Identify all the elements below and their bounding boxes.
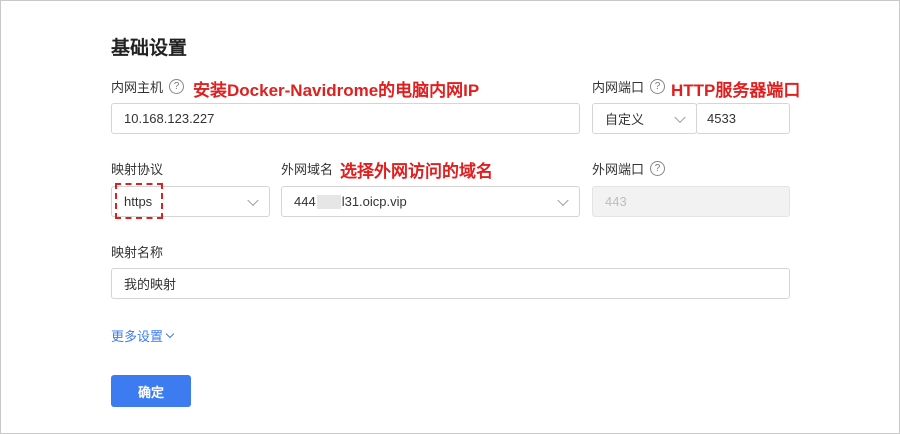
chevron-down-icon (247, 194, 259, 206)
wan-domain-label: 外网域名 (281, 162, 334, 177)
annotation-lan-host: 安装Docker-Navidrome的电脑内网IP (193, 81, 480, 100)
lan-port-label: 内网端口 ? (592, 77, 666, 96)
wan-port-label: 外网端口 ? (592, 159, 666, 178)
help-icon[interactable]: ? (650, 79, 666, 94)
lan-port-type-select[interactable]: 自定义 (592, 103, 697, 134)
protocol-label: 映射协议 (111, 162, 164, 177)
chevron-down-icon (165, 329, 175, 338)
lan-port-input[interactable]: 4533 (696, 103, 790, 134)
confirm-button[interactable]: 确定 (111, 375, 191, 407)
wan-port-input: 443 (592, 186, 790, 217)
help-icon[interactable]: ? (650, 161, 666, 176)
highlight-box (115, 183, 163, 219)
chevron-down-icon (674, 111, 686, 123)
section-title: 基础设置 (111, 38, 188, 59)
chevron-down-icon (557, 194, 569, 206)
lan-host-input[interactable]: 10.168.123.227 (111, 103, 580, 134)
wan-domain-select[interactable]: 444 l31.oicp.vip (281, 186, 580, 217)
more-settings-link[interactable]: 更多设置 (111, 326, 175, 345)
annotation-wan-domain: 选择外网访问的域名 (340, 162, 493, 181)
mapping-name-input[interactable]: 我的映射 (111, 268, 790, 299)
help-icon[interactable]: ? (169, 79, 185, 94)
annotation-lan-port: HTTP服务器端口 (671, 81, 801, 100)
redacted-mask (316, 194, 341, 209)
lan-host-label: 内网主机 ? (111, 77, 185, 96)
mapping-name-label: 映射名称 (111, 245, 164, 260)
